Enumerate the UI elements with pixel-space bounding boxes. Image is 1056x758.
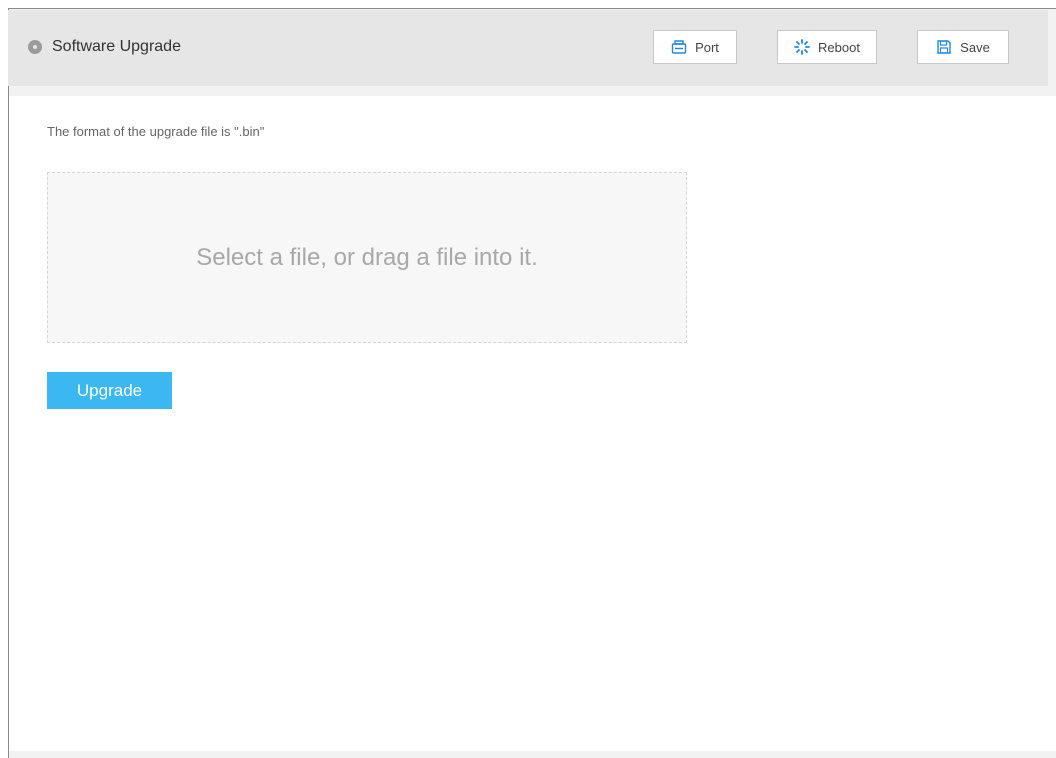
- file-format-hint: The format of the upgrade file is ".bin": [47, 124, 265, 139]
- page-title: Software Upgrade: [52, 38, 181, 55]
- port-icon: [671, 39, 687, 55]
- dropzone-label: Select a file, or drag a file into it.: [196, 243, 538, 271]
- reboot-button[interactable]: Reboot: [777, 30, 877, 64]
- port-button-label: Port: [695, 39, 719, 55]
- upgrade-button[interactable]: Upgrade: [47, 372, 172, 409]
- save-icon: [936, 39, 952, 55]
- save-button-label: Save: [960, 39, 990, 55]
- save-button[interactable]: Save: [917, 30, 1009, 64]
- page-header: Software Upgrade Port Reboot Save: [8, 10, 1048, 86]
- main-content: The format of the upgrade file is ".bin"…: [9, 96, 1056, 751]
- reboot-button-label: Reboot: [818, 39, 860, 55]
- file-dropzone[interactable]: Select a file, or drag a file into it.: [47, 172, 687, 343]
- location-pin-icon: [28, 40, 42, 54]
- port-button[interactable]: Port: [653, 30, 737, 64]
- reboot-icon: [794, 39, 810, 55]
- page-title-group: Software Upgrade: [28, 38, 181, 56]
